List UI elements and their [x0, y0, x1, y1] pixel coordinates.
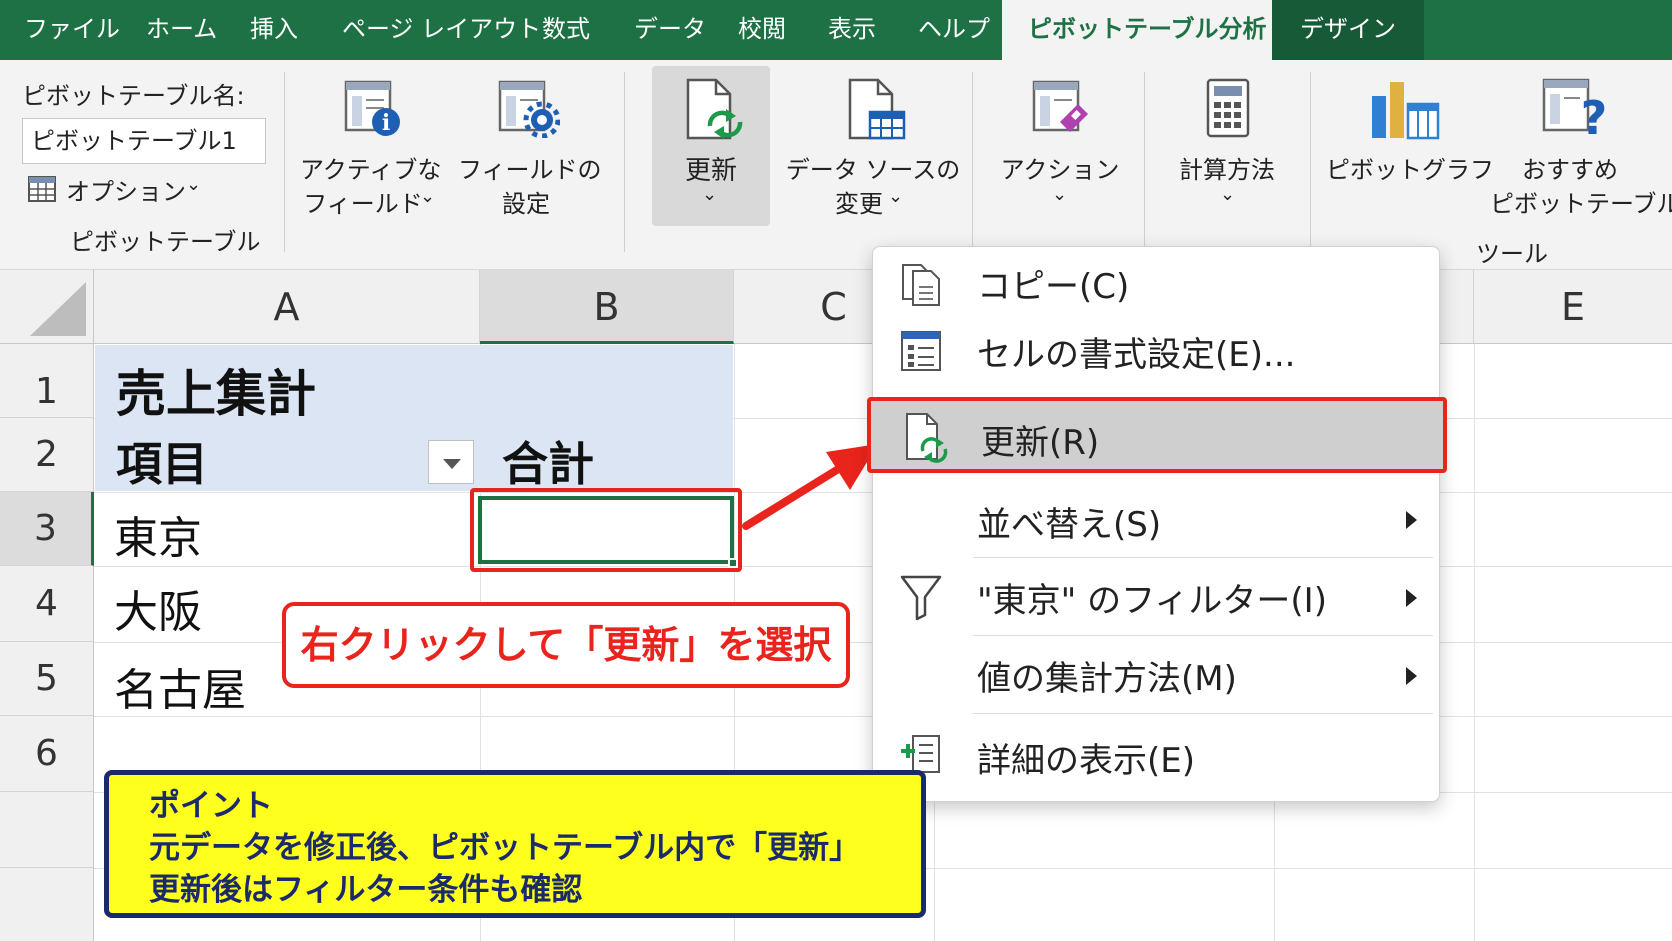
menu-item-show-details[interactable]: 詳細の表示(E) [873, 715, 1441, 795]
context-menu: コピー(C) セルの書式設定(E)... 更新(R) 並べ替え(S) "東京" … [867, 246, 1447, 802]
copy-icon [902, 264, 940, 306]
submenu-arrow-icon [1406, 511, 1417, 529]
point-title: ポイント [149, 788, 273, 824]
format-cells-icon [901, 331, 941, 371]
copy-label: コピー(C) [977, 267, 1130, 307]
refresh-icon [906, 413, 948, 463]
show-details-label: 詳細の表示(E) [977, 741, 1196, 781]
excel-window: ファイル ホーム 挿入 ページ レイアウト 数式 データ 校閲 表示 ヘルプ ピ… [0, 0, 1672, 941]
point-note-box: ポイント 元データを修正後、ピボットテーブル内で「更新」 更新後はフィルター条件… [104, 770, 926, 918]
sort-label: 並べ替え(S) [977, 505, 1162, 545]
instruction-callout: 右クリックして「更新」を選択 [282, 602, 850, 688]
menu-item-sort[interactable]: 並べ替え(S) [873, 485, 1441, 555]
refresh-menu-label: 更新(R) [981, 423, 1100, 463]
filter-icon [900, 575, 942, 621]
menu-item-format-cells[interactable]: セルの書式設定(E)... [873, 315, 1441, 385]
menu-item-refresh[interactable]: 更新(R) [867, 397, 1447, 473]
filter-label: "東京" のフィルター(I) [977, 581, 1327, 621]
menu-item-filter[interactable]: "東京" のフィルター(I) [873, 559, 1441, 633]
menu-item-summarize[interactable]: 値の集計方法(M) [873, 637, 1441, 711]
format-cells-label: セルの書式設定(E)... [977, 335, 1296, 375]
summarize-label: 値の集計方法(M) [977, 659, 1237, 699]
submenu-arrow-icon [1406, 667, 1417, 685]
point-line-2: 更新後はフィルター条件も確認 [149, 872, 583, 908]
point-line-1: 元データを修正後、ピボットテーブル内で「更新」 [149, 830, 861, 866]
submenu-arrow-icon [1406, 589, 1417, 607]
menu-item-copy[interactable]: コピー(C) [873, 247, 1441, 315]
